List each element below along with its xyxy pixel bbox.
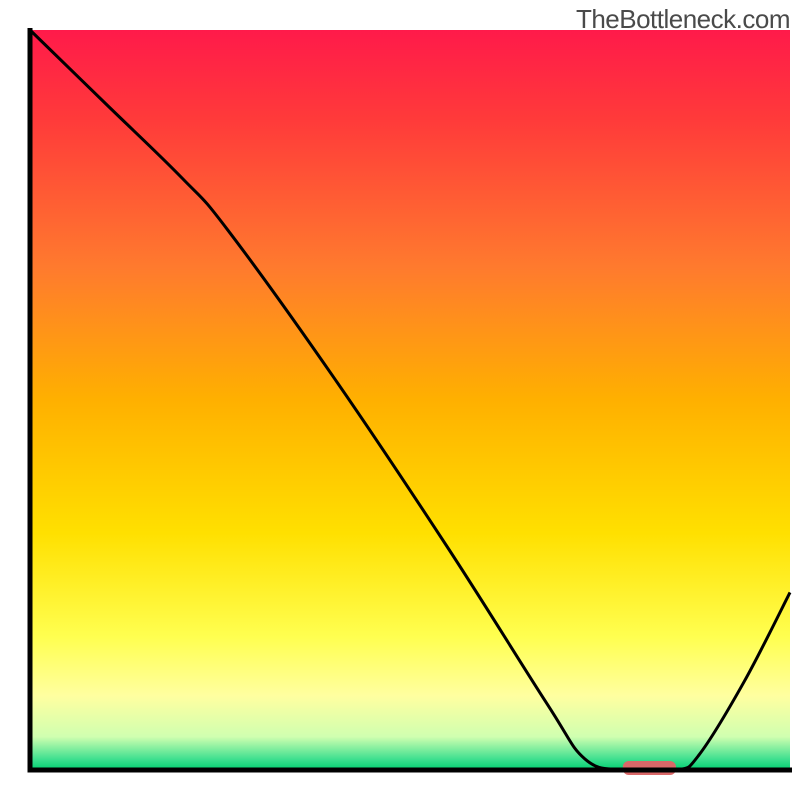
chart-canvas bbox=[0, 0, 800, 800]
bottleneck-chart: TheBottleneck.com bbox=[0, 0, 800, 800]
watermark-text: TheBottleneck.com bbox=[576, 4, 790, 35]
